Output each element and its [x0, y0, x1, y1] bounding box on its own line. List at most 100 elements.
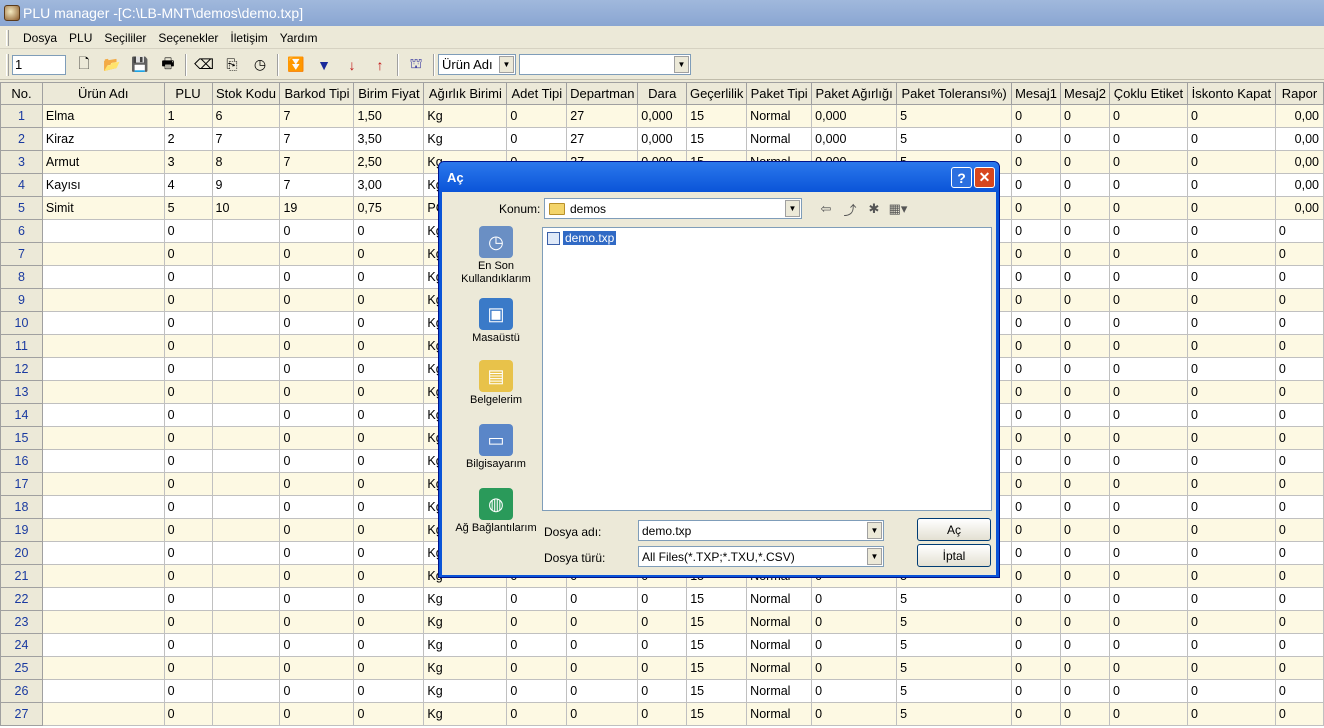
table-cell[interactable]: 0: [1187, 127, 1276, 151]
table-cell[interactable]: 0: [1187, 610, 1276, 634]
table-cell[interactable]: [42, 518, 165, 542]
table-cell[interactable]: 0: [164, 702, 213, 726]
table-cell[interactable]: 0: [1275, 449, 1324, 473]
table-cell[interactable]: Normal: [746, 127, 813, 151]
toolbar-grip[interactable]: [6, 53, 9, 76]
table-cell[interactable]: 0: [1187, 518, 1276, 542]
table-cell[interactable]: [212, 518, 281, 542]
table-cell[interactable]: 2: [164, 127, 213, 151]
table-cell[interactable]: 0: [1060, 587, 1110, 611]
table-cell[interactable]: [42, 472, 165, 496]
table-cell[interactable]: 0: [1060, 495, 1110, 519]
table-cell[interactable]: 1: [164, 104, 213, 128]
table-cell[interactable]: 0: [1060, 472, 1110, 496]
table-cell[interactable]: Normal: [746, 633, 813, 657]
column-header[interactable]: Paket Toleransı%): [896, 82, 1013, 105]
table-cell[interactable]: 0: [1187, 104, 1276, 128]
table-cell[interactable]: 0,000: [811, 127, 898, 151]
chevron-down-icon[interactable]: ▼: [674, 56, 689, 73]
table-cell[interactable]: 0: [1275, 311, 1324, 335]
table-cell[interactable]: 19: [279, 196, 355, 220]
table-cell[interactable]: 0: [1187, 541, 1276, 565]
menu-dosya[interactable]: Dosya: [17, 31, 63, 45]
row-number[interactable]: 18: [0, 495, 43, 519]
back-arrow-icon[interactable]: ⇦: [816, 200, 836, 218]
table-cell[interactable]: Kiraz: [42, 127, 165, 151]
arrow-up-icon[interactable]: ↑: [368, 53, 392, 77]
table-cell[interactable]: [42, 495, 165, 519]
table-cell[interactable]: 0: [1060, 288, 1110, 312]
menu-iletisim[interactable]: İletişim: [224, 31, 273, 45]
table-cell[interactable]: 0: [1060, 633, 1110, 657]
column-header[interactable]: Mesaj1: [1011, 82, 1062, 105]
table-cell[interactable]: 0: [1011, 702, 1062, 726]
table-cell[interactable]: Normal: [746, 610, 813, 634]
table-cell[interactable]: [212, 564, 281, 588]
table-cell[interactable]: [212, 219, 281, 243]
table-cell[interactable]: 3,00: [353, 173, 425, 197]
table-cell[interactable]: 0: [1275, 265, 1324, 289]
table-cell[interactable]: 0: [1275, 702, 1324, 726]
table-cell[interactable]: 15: [686, 104, 748, 128]
table-cell[interactable]: 0: [1187, 472, 1276, 496]
table-cell[interactable]: [212, 288, 281, 312]
row-number[interactable]: 4: [0, 173, 43, 197]
table-cell[interactable]: 0: [811, 656, 898, 680]
table-cell[interactable]: 0: [1187, 656, 1276, 680]
table-cell[interactable]: 0: [1060, 357, 1110, 381]
row-number[interactable]: 16: [0, 449, 43, 473]
row-number[interactable]: 1: [0, 104, 43, 128]
filename-input[interactable]: demo.txp ▼: [638, 520, 884, 541]
table-cell[interactable]: 0: [1060, 449, 1110, 473]
table-cell[interactable]: 3: [164, 150, 213, 174]
table-cell[interactable]: Normal: [746, 104, 813, 128]
table-cell[interactable]: 7: [279, 150, 355, 174]
table-cell[interactable]: 0,00: [1275, 150, 1324, 174]
table-cell[interactable]: 0: [164, 610, 213, 634]
table-cell[interactable]: 0: [353, 518, 425, 542]
table-cell[interactable]: 0: [1060, 426, 1110, 450]
table-row[interactable]: 24 0 0 0 Kg 0 0 0 15 Normal 0 5 0 0 0 0 0: [0, 633, 1324, 657]
table-cell[interactable]: 0,000: [637, 104, 688, 128]
table-cell[interactable]: [212, 426, 281, 450]
table-cell[interactable]: 0: [506, 702, 568, 726]
table-cell[interactable]: 0: [1109, 610, 1188, 634]
row-number[interactable]: 12: [0, 357, 43, 381]
table-cell[interactable]: [212, 449, 281, 473]
chevron-down-icon[interactable]: ▼: [867, 522, 882, 539]
table-cell[interactable]: 0: [164, 679, 213, 703]
table-cell[interactable]: 0: [1011, 656, 1062, 680]
table-cell[interactable]: 0: [1109, 357, 1188, 381]
table-cell[interactable]: 4: [164, 173, 213, 197]
table-cell[interactable]: 0: [811, 610, 898, 634]
table-cell[interactable]: 0: [279, 656, 355, 680]
table-cell[interactable]: 7: [212, 127, 281, 151]
table-row[interactable]: 27 0 0 0 Kg 0 0 0 15 Normal 0 5 0 0 0 0 0: [0, 702, 1324, 726]
table-cell[interactable]: 0: [279, 403, 355, 427]
table-cell[interactable]: 0: [1060, 173, 1110, 197]
table-cell[interactable]: 0: [353, 449, 425, 473]
table-cell[interactable]: 0: [1187, 334, 1276, 358]
table-cell[interactable]: 0: [1275, 564, 1324, 588]
table-cell[interactable]: 0: [279, 357, 355, 381]
row-number[interactable]: 24: [0, 633, 43, 657]
table-row[interactable]: 1 Elma 1 6 7 1,50 Kg 0 27 0,000 15 Normal 0,000 5 0 0 0 0…: [0, 104, 1324, 128]
table-cell[interactable]: 5: [164, 196, 213, 220]
table-row[interactable]: 22 0 0 0 Kg 0 0 0 15 Normal 0 5 0 0 0 0 0: [0, 587, 1324, 611]
table-cell[interactable]: 0: [1187, 311, 1276, 335]
table-cell[interactable]: 0: [1275, 495, 1324, 519]
help-button[interactable]: ?: [951, 167, 972, 188]
table-cell[interactable]: 15: [686, 587, 748, 611]
table-cell[interactable]: 8: [212, 150, 281, 174]
table-cell[interactable]: 0: [566, 610, 639, 634]
row-number[interactable]: 26: [0, 679, 43, 703]
table-cell[interactable]: 0: [1109, 518, 1188, 542]
table-cell[interactable]: 0: [1060, 656, 1110, 680]
table-cell[interactable]: 0: [1060, 679, 1110, 703]
table-cell[interactable]: 0: [1011, 196, 1062, 220]
table-cell[interactable]: 0: [1187, 403, 1276, 427]
table-cell[interactable]: 0: [1109, 587, 1188, 611]
table-cell[interactable]: [212, 242, 281, 266]
column-header[interactable]: Rapor: [1274, 82, 1324, 105]
table-cell[interactable]: 0: [164, 403, 213, 427]
